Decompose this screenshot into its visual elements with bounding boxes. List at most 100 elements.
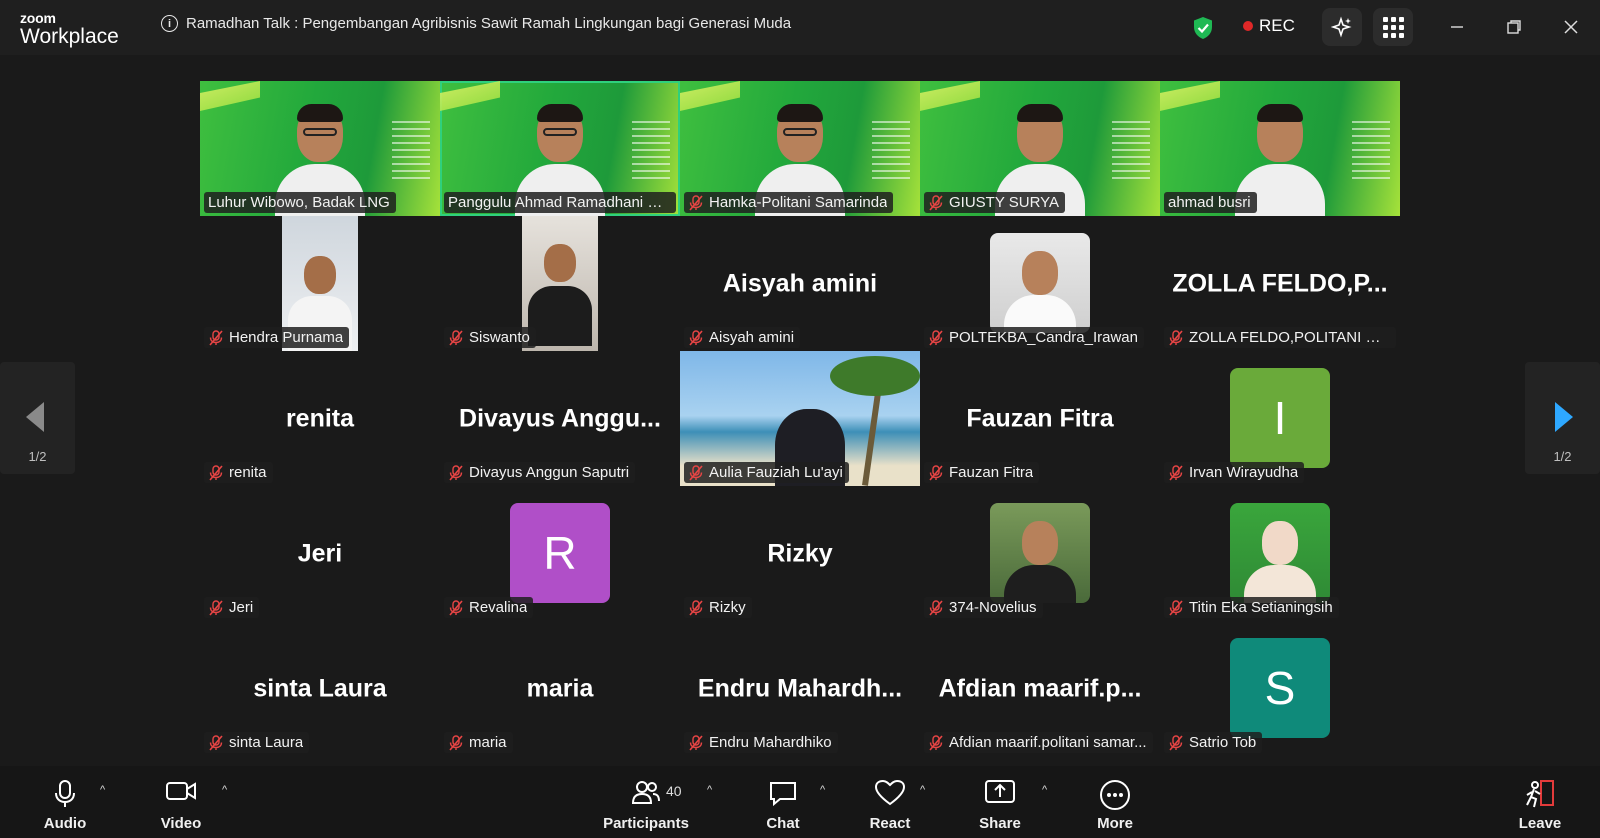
participant-name: Jeri <box>229 599 254 616</box>
participant-avatar: R <box>510 503 610 603</box>
brand-bottom: Workplace <box>20 25 119 48</box>
mic-muted-icon <box>689 599 703 616</box>
minimize-button[interactable] <box>1444 14 1470 40</box>
participant-tile[interactable]: ahmad busri <box>1160 81 1400 216</box>
participant-tile[interactable]: Siswanto <box>440 216 680 351</box>
react-options-chevron-icon[interactable]: ^ <box>920 784 925 796</box>
meeting-title: Ramadhan Talk : Pengembangan Agribisnis … <box>186 15 792 32</box>
video-label: Video <box>160 815 202 832</box>
mic-muted-icon <box>449 599 463 616</box>
participant-tile[interactable]: Fauzan Fitra Fauzan Fitra <box>920 351 1160 486</box>
minimize-icon <box>1451 26 1463 28</box>
participant-photo <box>990 233 1090 333</box>
security-shield-icon[interactable] <box>1192 16 1214 40</box>
mic-muted-icon <box>209 329 223 346</box>
participant-tile[interactable]: Titin Eka Setianingsih <box>1160 486 1400 621</box>
chat-button[interactable]: Chat <box>758 766 808 838</box>
participant-tile[interactable]: Hendra Purnama <box>200 216 440 351</box>
participants-button[interactable]: Participants <box>600 766 692 838</box>
mic-muted-icon <box>449 734 463 751</box>
participant-name-label: maria <box>444 732 513 753</box>
mic-muted-icon <box>1169 734 1183 751</box>
participant-tile[interactable]: POLTEKBA_Candra_Irawan <box>920 216 1160 351</box>
participant-display-name: Endru Mahardh... <box>697 674 903 702</box>
leave-button[interactable]: Leave <box>1515 766 1565 838</box>
heart-icon <box>874 779 906 806</box>
participant-name-label: Revalina <box>444 597 534 618</box>
participant-tile[interactable]: Endru Mahardh... Endru Mahardhiko <box>680 621 920 756</box>
more-label: More <box>1097 815 1133 832</box>
participant-tile[interactable]: Jeri Jeri <box>200 486 440 621</box>
brand-top: zoom <box>20 10 56 26</box>
participant-name: Panggulu Ahmad Ramadhani U... <box>448 194 670 211</box>
video-options-chevron-icon[interactable]: ^ <box>222 784 227 796</box>
participant-display-name: ZOLLA FELDO,P... <box>1172 269 1388 297</box>
next-page-button[interactable]: 1/2 <box>1525 362 1600 474</box>
share-options-chevron-icon[interactable]: ^ <box>1042 784 1047 796</box>
recording-indicator[interactable]: REC <box>1243 16 1295 36</box>
video-button[interactable]: Video <box>155 766 207 838</box>
participant-tile[interactable]: S Satrio Tob <box>1160 621 1400 756</box>
participant-tile[interactable]: Rizky Rizky <box>680 486 920 621</box>
participant-name-label: ZOLLA FELDO,POLITANI SA... <box>1164 327 1396 348</box>
arrow-left-icon <box>26 402 44 432</box>
meeting-title-bar[interactable]: i Ramadhan Talk : Pengembangan Agribisni… <box>161 15 791 32</box>
mic-muted-icon <box>929 194 943 211</box>
participant-name-label: Irvan Wirayudha <box>1164 462 1305 483</box>
participant-tile[interactable]: maria maria <box>440 621 680 756</box>
participant-tile[interactable]: Aulia Fauziah Lu'ayi <box>680 351 920 486</box>
react-button[interactable]: React <box>862 766 918 838</box>
sparkle-icon <box>1331 16 1352 38</box>
participant-name-label: Afdian maarif.politani samar... <box>924 732 1153 753</box>
info-icon[interactable]: i <box>161 15 178 32</box>
participant-tile[interactable]: sinta Laura sinta Laura <box>200 621 440 756</box>
rec-dot-icon <box>1243 21 1253 31</box>
mic-muted-icon <box>929 464 943 481</box>
audio-button[interactable]: Audio <box>40 766 90 838</box>
participant-tile[interactable]: Panggulu Ahmad Ramadhani U... <box>440 81 680 216</box>
audio-options-chevron-icon[interactable]: ^ <box>100 784 105 796</box>
close-button[interactable] <box>1558 14 1584 40</box>
participant-name: maria <box>469 734 507 751</box>
participant-tile[interactable]: ZOLLA FELDO,P... ZOLLA FELDO,POLITANI SA.… <box>1160 216 1400 351</box>
participant-avatar: S <box>1230 638 1330 738</box>
previous-page-button[interactable]: 1/2 <box>0 362 75 474</box>
restore-button[interactable] <box>1501 14 1527 40</box>
participants-options-chevron-icon[interactable]: ^ <box>707 784 712 796</box>
more-button[interactable]: More <box>1090 766 1140 838</box>
mic-muted-icon <box>449 464 463 481</box>
rec-label: REC <box>1259 16 1295 35</box>
participant-name-label: Panggulu Ahmad Ramadhani U... <box>444 192 676 213</box>
mic-muted-icon <box>929 599 943 616</box>
chat-options-chevron-icon[interactable]: ^ <box>820 784 825 796</box>
participant-tile[interactable]: Luhur Wibowo, Badak LNG <box>200 81 440 216</box>
ai-companion-button[interactable] <box>1322 8 1362 46</box>
participant-display-name: Rizky <box>767 539 833 567</box>
participant-name: Divayus Anggun Saputri <box>469 464 630 481</box>
participant-tile[interactable]: Afdian maarif.p... Afdian maarif.politani… <box>920 621 1160 756</box>
arrow-right-icon <box>1555 402 1573 432</box>
share-button[interactable]: Share <box>974 766 1026 838</box>
participant-avatar: I <box>1230 368 1330 468</box>
participant-name: Aulia Fauziah Lu'ayi <box>709 464 843 481</box>
participant-tile[interactable]: GIUSTY SURYA <box>920 81 1160 216</box>
participant-display-name: Divayus Anggu... <box>459 404 661 432</box>
participant-tile[interactable]: R Revalina <box>440 486 680 621</box>
participant-tile[interactable]: Hamka-Politani Samarinda <box>680 81 920 216</box>
participant-tile[interactable]: Divayus Anggu... Divayus Anggun Saputri <box>440 351 680 486</box>
participant-name-label: GIUSTY SURYA <box>924 192 1066 213</box>
participant-tile[interactable]: renita renita <box>200 351 440 486</box>
share-screen-icon <box>985 780 1015 803</box>
participant-name-label: sinta Laura <box>204 732 310 753</box>
participant-tile[interactable]: I Irvan Wirayudha <box>1160 351 1400 486</box>
participants-label: Participants <box>603 815 689 832</box>
restore-icon <box>1507 20 1521 34</box>
participant-tile[interactable]: 374-Novelius <box>920 486 1160 621</box>
participant-name: sinta Laura <box>229 734 304 751</box>
participant-name: Siswanto <box>469 329 530 346</box>
participant-name-label: Fauzan Fitra <box>924 462 1040 483</box>
participant-name-label: Satrio Tob <box>1164 732 1263 753</box>
participant-tile[interactable]: Aisyah amini Aisyah amini <box>680 216 920 351</box>
apps-grid-button[interactable] <box>1373 8 1413 46</box>
video-camera-icon <box>166 782 196 800</box>
